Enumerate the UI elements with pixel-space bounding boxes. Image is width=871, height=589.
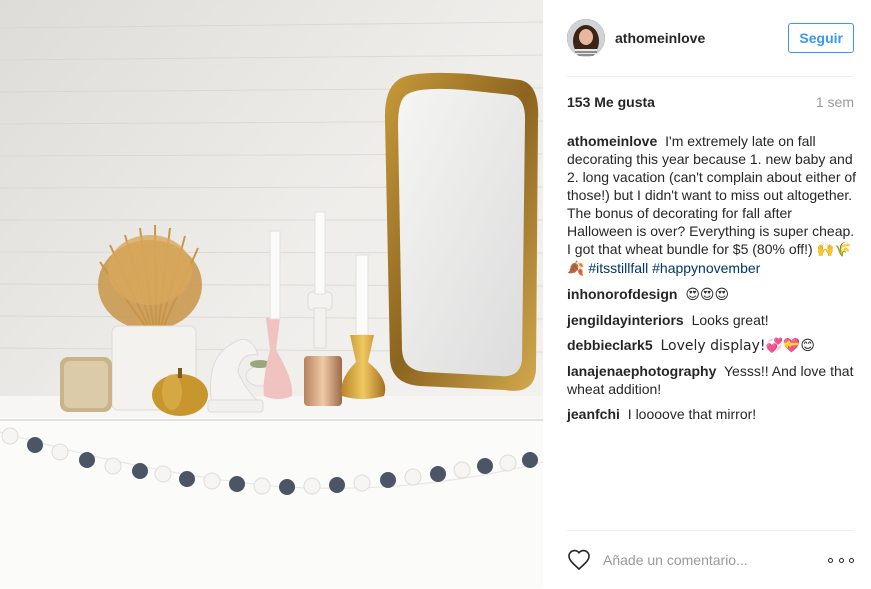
- comment-item: inhonorofdesign 😍😍😍: [567, 285, 857, 304]
- avatar[interactable]: [567, 19, 605, 57]
- comment-item: jeanfchi I loooove that mirror!: [567, 405, 857, 423]
- comment-username[interactable]: lanajenaephotography: [567, 363, 716, 379]
- caption-text: I'm extremely late on fall decorating th…: [567, 133, 857, 257]
- hashtag-link[interactable]: #itsstillfall: [588, 260, 648, 276]
- comment-username[interactable]: jeanfchi: [567, 406, 620, 422]
- caption-username[interactable]: athomeinlove: [567, 133, 657, 149]
- comment-text: 😍😍😍: [685, 287, 730, 303]
- comment-bar: [567, 530, 854, 589]
- post-time[interactable]: 1 sem: [816, 94, 854, 110]
- likes-row: 153 Me gusta 1 sem: [567, 94, 854, 110]
- dot: [849, 557, 854, 563]
- more-options-icon[interactable]: [828, 548, 854, 572]
- comment-item: lanajenaephotography Yesss!! And love th…: [567, 362, 857, 398]
- comments-list: athomeinlove I'm extremely late on fall …: [567, 132, 857, 430]
- hashtag-link[interactable]: #happynovember: [652, 260, 760, 276]
- comment-item: jengildayinteriors Looks great!: [567, 311, 857, 329]
- post-side-panel: athomeinlove Seguir 153 Me gusta 1 sem a…: [543, 0, 871, 588]
- author-username[interactable]: athomeinlove: [615, 30, 788, 46]
- heart-icon[interactable]: [567, 548, 591, 572]
- instagram-post: athomeinlove Seguir 153 Me gusta 1 sem a…: [0, 0, 871, 588]
- comment-text: I loooove that mirror!: [627, 406, 757, 422]
- comment-username[interactable]: jengildayinteriors: [567, 312, 684, 328]
- add-comment-input[interactable]: [601, 547, 828, 573]
- follow-button[interactable]: Seguir: [788, 23, 854, 53]
- dot: [828, 557, 833, 563]
- likes-count[interactable]: 153 Me gusta: [567, 94, 655, 110]
- post-header: athomeinlove Seguir: [567, 0, 854, 77]
- caption: athomeinlove I'm extremely late on fall …: [567, 132, 857, 278]
- avatar-image: [567, 19, 605, 57]
- comment-text: Lovely display!💞💝😊: [660, 338, 815, 354]
- post-photo[interactable]: [0, 0, 543, 588]
- comment-text: Looks great!: [691, 312, 769, 328]
- dot: [838, 557, 844, 563]
- comment-username[interactable]: inhonorofdesign: [567, 286, 677, 302]
- mantel-photo: [0, 0, 543, 588]
- comment-item: debbieclark5 Lovely display!💞💝😊: [567, 336, 857, 355]
- comment-username[interactable]: debbieclark5: [567, 337, 653, 353]
